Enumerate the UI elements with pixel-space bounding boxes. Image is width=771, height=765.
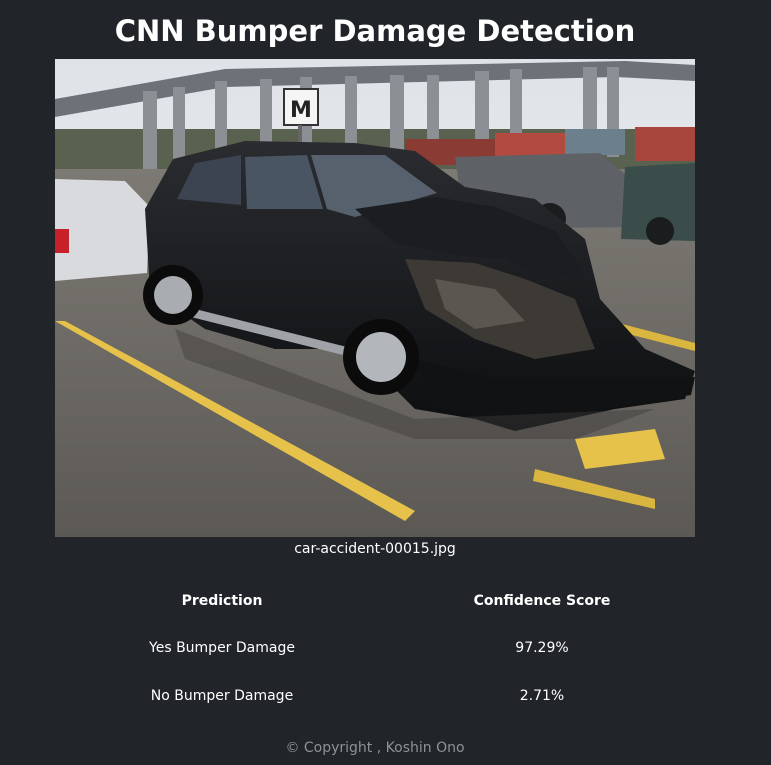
image-filename: car-accident-00015.jpg: [294, 541, 456, 557]
car-photo: M: [55, 59, 695, 537]
car-photo-illustration: M: [55, 59, 695, 537]
page-title: CNN Bumper Damage Detection: [114, 14, 636, 48]
confidence-score: 2.71%: [519, 688, 565, 704]
footer-copyright: © Copyright , Koshin Ono: [285, 740, 465, 756]
prediction-column-header: Prediction: [181, 593, 263, 609]
prediction-label: No Bumper Damage: [150, 688, 294, 704]
table-header-row: Prediction Confidence Score: [55, 578, 695, 624]
page: CNN Bumper Damage Detection M car-accide…: [0, 0, 771, 765]
table-row: No Bumper Damage 2.71%: [55, 672, 695, 720]
confidence-score: 97.29%: [515, 640, 569, 656]
parking-sign-letter: M: [290, 98, 312, 123]
prediction-table: Prediction Confidence Score Yes Bumper D…: [55, 578, 695, 720]
prediction-label: Yes Bumper Damage: [149, 640, 295, 656]
table-row: Yes Bumper Damage 97.29%: [55, 624, 695, 672]
confidence-column-header: Confidence Score: [473, 593, 611, 609]
